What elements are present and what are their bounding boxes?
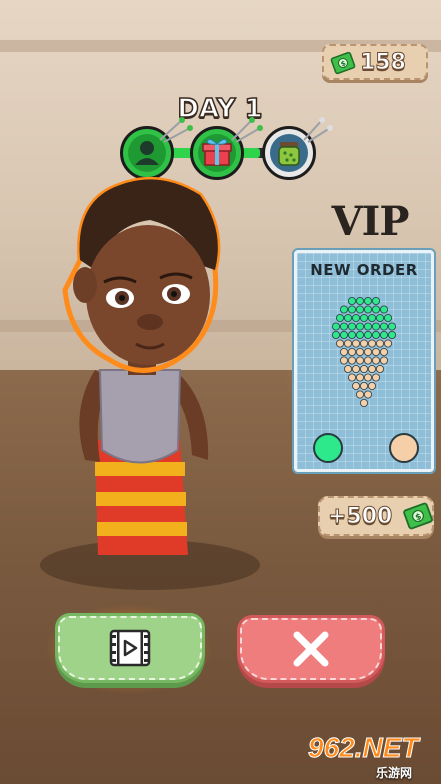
bead xyxy=(352,382,361,391)
bead xyxy=(388,331,397,340)
bead xyxy=(372,373,381,382)
bead xyxy=(356,322,365,331)
bead xyxy=(380,322,389,331)
bead xyxy=(384,339,393,348)
bead xyxy=(348,305,357,314)
bead xyxy=(364,305,373,314)
bead xyxy=(380,348,389,357)
bead xyxy=(340,331,349,340)
bead xyxy=(364,297,373,305)
close-button[interactable] xyxy=(240,618,382,680)
bead xyxy=(384,313,393,322)
bead xyxy=(368,339,377,348)
bead xyxy=(332,331,341,340)
bead xyxy=(364,356,373,365)
bead xyxy=(364,348,373,357)
bead xyxy=(376,313,385,322)
bead xyxy=(372,305,381,314)
bead xyxy=(364,322,373,331)
bead xyxy=(352,365,361,374)
bead xyxy=(356,373,365,382)
bead xyxy=(348,297,357,305)
bead xyxy=(340,356,349,365)
bead xyxy=(340,322,349,331)
bead xyxy=(344,365,353,374)
bead-pattern-preview xyxy=(332,297,397,408)
bead xyxy=(380,356,389,365)
bead xyxy=(356,348,365,357)
bead xyxy=(372,348,381,357)
bead xyxy=(352,339,361,348)
bead xyxy=(336,313,345,322)
bead xyxy=(348,322,357,331)
bead xyxy=(372,356,381,365)
money-amount: 158 xyxy=(360,49,407,75)
bead xyxy=(360,365,369,374)
money-counter: $ 158 xyxy=(322,44,428,80)
bead xyxy=(376,339,385,348)
order-reward: +500 $ xyxy=(318,496,434,536)
bead xyxy=(372,322,381,331)
bead xyxy=(348,373,357,382)
video-play-icon xyxy=(109,629,151,667)
color-swatch-skin[interactable] xyxy=(389,433,419,463)
bead xyxy=(340,348,349,357)
watermark-sub: 乐游网 xyxy=(376,766,413,780)
cash-bill-icon: $ xyxy=(330,51,356,75)
watermark-main: 962.NET xyxy=(308,732,419,764)
bead xyxy=(368,365,377,374)
bead xyxy=(348,348,357,357)
bead xyxy=(380,305,389,314)
reward-amount: +500 xyxy=(327,503,393,529)
bead xyxy=(356,331,365,340)
bead xyxy=(344,339,353,348)
new-order-card: NEW ORDER xyxy=(294,250,434,472)
bead xyxy=(388,322,397,331)
bead xyxy=(336,339,345,348)
bead xyxy=(332,322,341,331)
bead xyxy=(360,339,369,348)
needle-pins-decoration xyxy=(159,117,333,143)
bead xyxy=(364,390,373,399)
bead xyxy=(372,331,381,340)
bead xyxy=(356,305,365,314)
bead xyxy=(352,313,361,322)
bead xyxy=(368,382,377,391)
bead xyxy=(364,331,373,340)
bead xyxy=(360,382,369,391)
game-scene: $ 158 DAY 1 VIP NEW ORDER +500 $ 962.NET… xyxy=(0,0,441,784)
bead xyxy=(348,331,357,340)
order-title: NEW ORDER xyxy=(310,261,418,279)
bead xyxy=(376,365,385,374)
bead xyxy=(356,297,365,305)
bead xyxy=(340,305,349,314)
close-x-icon xyxy=(293,631,329,667)
bead xyxy=(380,331,389,340)
site-watermark: 962.NET 乐游网 xyxy=(300,732,441,784)
watch-ad-button[interactable] xyxy=(58,616,202,680)
bead xyxy=(364,373,373,382)
bead xyxy=(368,313,377,322)
cash-bill-icon: $ xyxy=(403,502,433,530)
bead xyxy=(360,399,369,408)
bead xyxy=(348,356,357,365)
bead xyxy=(372,297,381,305)
bead xyxy=(344,313,353,322)
bead xyxy=(360,313,369,322)
customer-character xyxy=(62,176,221,555)
color-swatch-green[interactable] xyxy=(313,433,343,463)
bead xyxy=(356,356,365,365)
bead xyxy=(356,390,365,399)
